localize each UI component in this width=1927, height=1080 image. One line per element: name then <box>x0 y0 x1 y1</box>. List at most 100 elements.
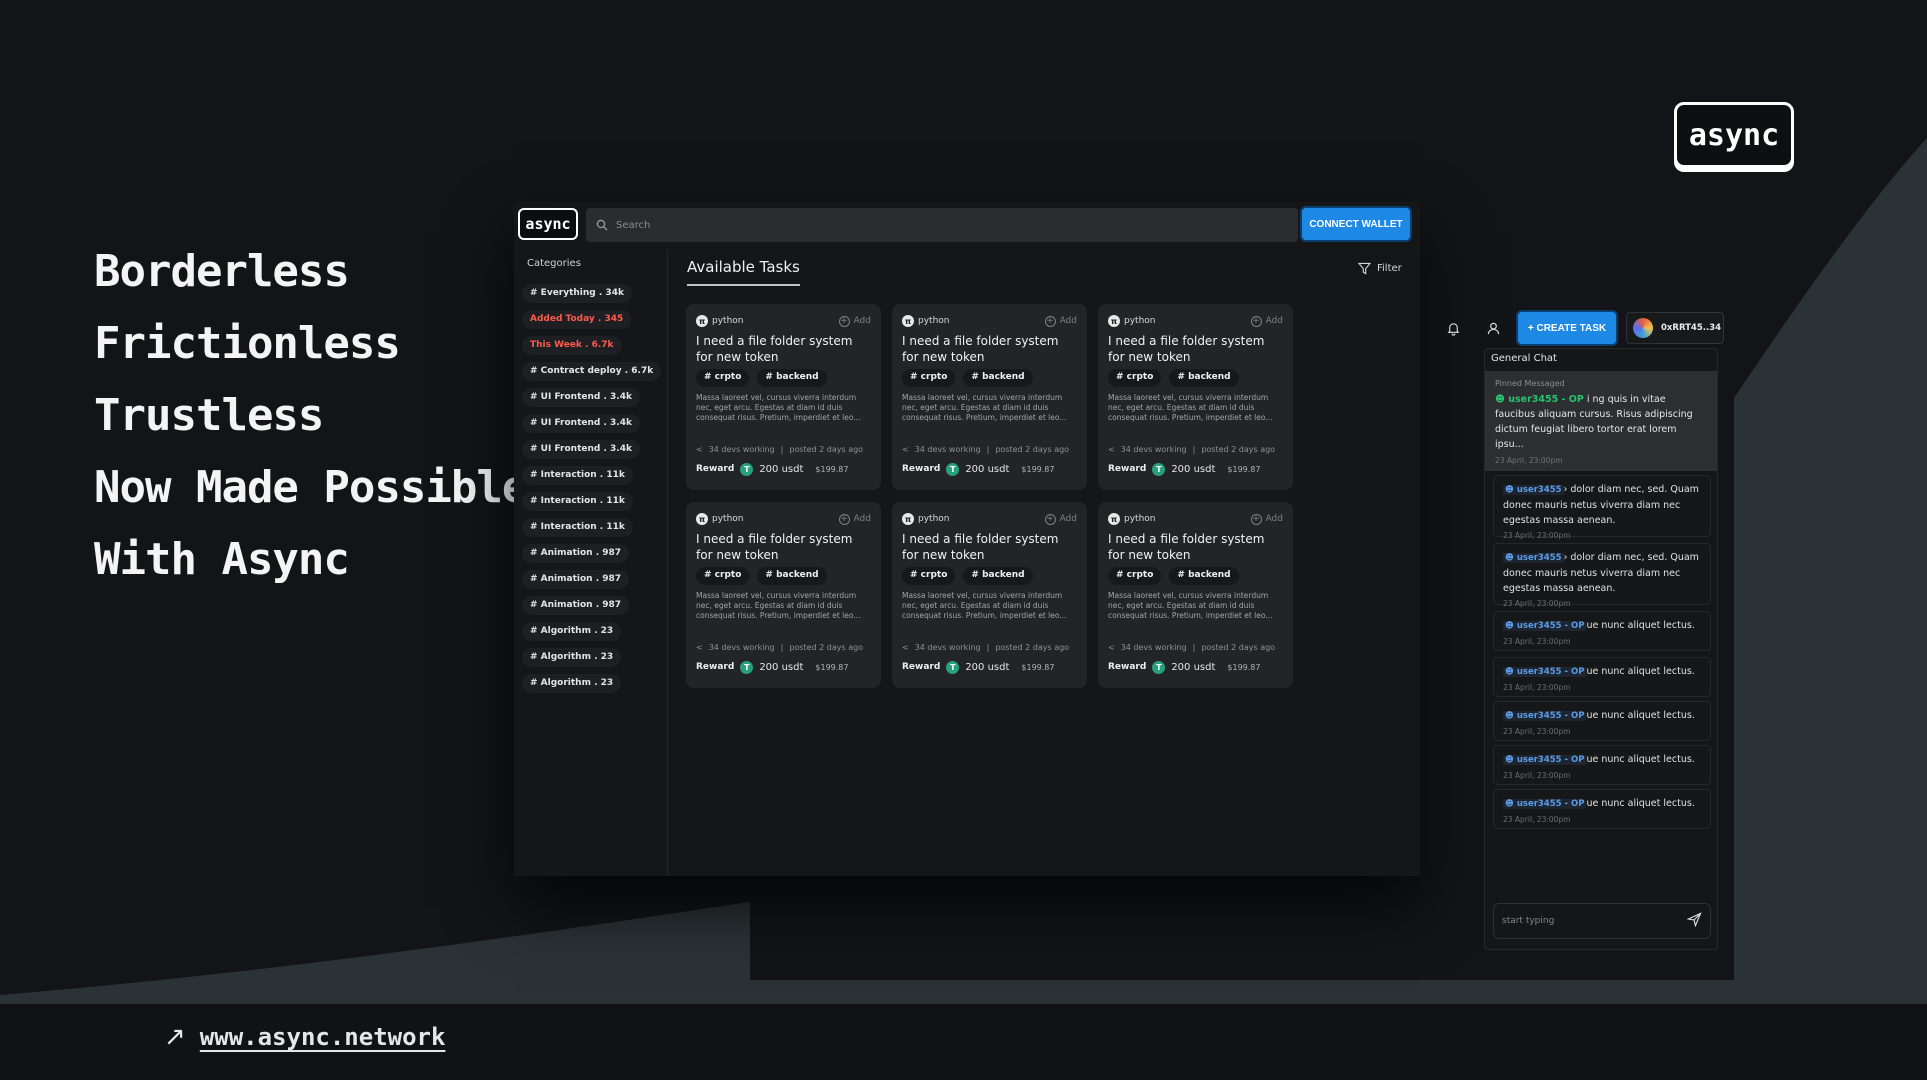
general-chat-panel: General Chat Pinned Messaged ☻ user3455 … <box>1484 348 1718 950</box>
category-chip[interactable]: # Interaction . 11k <box>522 492 633 511</box>
task-title: I need a file folder system for new toke… <box>902 532 1059 562</box>
chat-input[interactable] <box>1502 916 1687 926</box>
share-icon: < <box>696 642 703 652</box>
categories-sidebar: Categories # Everything . 34k Added Today… <box>514 250 668 876</box>
message-user[interactable]: ☻ user3455 <box>1503 553 1564 563</box>
category-chip[interactable]: # Animation . 987 <box>522 596 630 615</box>
pinned-user[interactable]: ☻ user3455 - OP <box>1495 394 1584 405</box>
meta-divider: | <box>1192 642 1196 652</box>
category-chip[interactable]: Added Today . 345 <box>522 310 632 329</box>
category-chip[interactable]: # Interaction . 11k <box>522 466 633 485</box>
task-description: Massa laoreet vel, cursus viverra interd… <box>902 591 1067 620</box>
add-label: Add <box>1265 514 1283 524</box>
category-chip[interactable]: # Interaction . 11k <box>522 518 633 537</box>
tag-chip[interactable]: # crpto <box>902 369 956 387</box>
task-card[interactable]: π python + Add I need a file folder syst… <box>892 304 1087 490</box>
notifications-button[interactable] <box>1438 313 1468 343</box>
message-body: ue nunc aliquet lectus. <box>1586 710 1695 721</box>
add-task-button[interactable]: + Add <box>1044 315 1077 327</box>
category-row: # UI Frontend . 3.4k <box>522 384 661 410</box>
tag-chip[interactable]: # crpto <box>1108 369 1162 387</box>
tag-chip[interactable]: # crpto <box>696 567 750 585</box>
tag-chip[interactable]: # backend <box>757 567 827 585</box>
tag-chip[interactable]: # backend <box>1169 567 1239 585</box>
category-chip[interactable]: # Algorithm . 23 <box>522 674 622 693</box>
category-chip[interactable]: # UI Frontend . 3.4k <box>522 414 640 433</box>
task-card[interactable]: π python + Add I need a file folder syst… <box>686 502 881 688</box>
category-chip[interactable]: # Algorithm . 23 <box>522 648 622 667</box>
message-body: ue nunc aliquet lectus. <box>1586 798 1695 809</box>
category-chip[interactable]: # UI Frontend . 3.4k <box>522 440 640 459</box>
task-card[interactable]: π python + Add I need a file folder syst… <box>892 502 1087 688</box>
add-task-button[interactable]: + Add <box>1250 315 1283 327</box>
category-chip[interactable]: # UI Frontend . 3.4k <box>522 388 640 407</box>
tag-chip[interactable]: # backend <box>1169 369 1239 387</box>
tag-chip[interactable]: # crpto <box>696 369 750 387</box>
plus-circle-icon: + <box>1044 513 1056 525</box>
task-title: I need a file folder system for new toke… <box>1108 532 1265 562</box>
category-chip[interactable]: # Animation . 987 <box>522 570 630 589</box>
tag-chip[interactable]: # backend <box>963 369 1033 387</box>
tab-available-tasks[interactable]: Available Tasks <box>687 258 800 286</box>
send-button[interactable] <box>1686 911 1702 931</box>
category-row: # Animation . 987 <box>522 540 661 566</box>
message-user[interactable]: ☻ user3455 - OP <box>1503 621 1587 631</box>
profile-button[interactable] <box>1478 313 1508 343</box>
chat-message: ☻ user3455 - OP ue nunc aliquet lectus. 2… <box>1493 789 1711 829</box>
message-user[interactable]: ☻ user3455 - OP <box>1503 755 1587 765</box>
filter-icon <box>1358 262 1371 275</box>
message-text: ☻ user3455 › dolor diam nec, sed. Quam do… <box>1503 550 1701 596</box>
category-chip[interactable]: # Contract deploy . 6.7k <box>522 362 662 381</box>
app-logo[interactable]: async <box>518 208 578 240</box>
reward-usd: $199.87 <box>1227 662 1261 672</box>
task-card[interactable]: π python + Add I need a file folder syst… <box>686 304 881 490</box>
chat-message: ☻ user3455 - OP ue nunc aliquet lectus. 2… <box>1493 701 1711 741</box>
tag-chip[interactable]: # crpto <box>902 567 956 585</box>
search-input[interactable] <box>616 219 1276 231</box>
search-bar[interactable] <box>586 208 1298 242</box>
wallet-button[interactable]: 0xRRT45..34 <box>1626 312 1724 344</box>
usdt-icon: T <box>946 462 960 476</box>
chat-message: ☻ user3455 › dolor diam nec, sed. Quam do… <box>1493 475 1711 540</box>
app-topbar: async CONNECT WALLET <box>514 202 1420 248</box>
message-time: 23 April, 23:00pm <box>1503 771 1571 780</box>
message-user-name: user3455 - OP <box>1516 755 1585 765</box>
message-user[interactable]: ☻ user3455 - OP <box>1503 711 1587 721</box>
reward-row: Reward T 200 usdt $199.87 <box>1108 660 1283 674</box>
category-chip[interactable]: # Everything . 34k <box>522 284 632 303</box>
tag-chip[interactable]: # backend <box>963 567 1033 585</box>
category-row: # Algorithm . 23 <box>522 670 661 696</box>
chat-input-box[interactable] <box>1493 903 1711 939</box>
card-header: π python + Add <box>902 512 1077 526</box>
add-task-button[interactable]: + Add <box>1250 513 1283 525</box>
meta-divider: | <box>986 444 990 454</box>
task-description: Massa laoreet vel, cursus viverra interd… <box>902 393 1067 422</box>
reward-label: Reward <box>696 464 735 474</box>
filter-button[interactable]: Filter <box>1358 262 1402 275</box>
add-task-button[interactable]: + Add <box>838 315 871 327</box>
add-task-button[interactable]: + Add <box>1044 513 1077 525</box>
message-user[interactable]: ☻ user3455 - OP <box>1503 667 1587 677</box>
category-chip[interactable]: # Algorithm . 23 <box>522 622 622 641</box>
reward-label: Reward <box>1108 464 1147 474</box>
posted-time: posted 2 days ago <box>1201 444 1276 454</box>
task-meta: < 34 devs working | posted 2 days ago <box>696 443 871 455</box>
reward-row: Reward T 200 usdt $199.87 <box>696 462 871 476</box>
category-chip[interactable]: This Week . 6.7k <box>522 336 622 355</box>
devs-working: 34 devs working <box>708 444 775 454</box>
create-task-button[interactable]: + CREATE TASK <box>1518 312 1616 344</box>
add-task-button[interactable]: + Add <box>838 513 871 525</box>
task-card[interactable]: π python + Add I need a file folder syst… <box>1098 304 1293 490</box>
task-meta: < 34 devs working | posted 2 days ago <box>902 641 1077 653</box>
message-user[interactable]: ☻ user3455 <box>1503 485 1564 495</box>
tag-chip[interactable]: # backend <box>757 369 827 387</box>
python-icon: π <box>696 513 708 525</box>
tag-chip[interactable]: # crpto <box>1108 567 1162 585</box>
connect-wallet-button[interactable]: CONNECT WALLET <box>1302 208 1410 240</box>
task-card[interactable]: π python + Add I need a file folder syst… <box>1098 502 1293 688</box>
message-user[interactable]: ☻ user3455 - OP <box>1503 799 1587 809</box>
category-chip[interactable]: # Animation . 987 <box>522 544 630 563</box>
language-label: π python <box>902 513 949 525</box>
website-link[interactable]: ↗ www.async.network <box>164 1022 445 1052</box>
task-meta: < 34 devs working | posted 2 days ago <box>696 641 871 653</box>
